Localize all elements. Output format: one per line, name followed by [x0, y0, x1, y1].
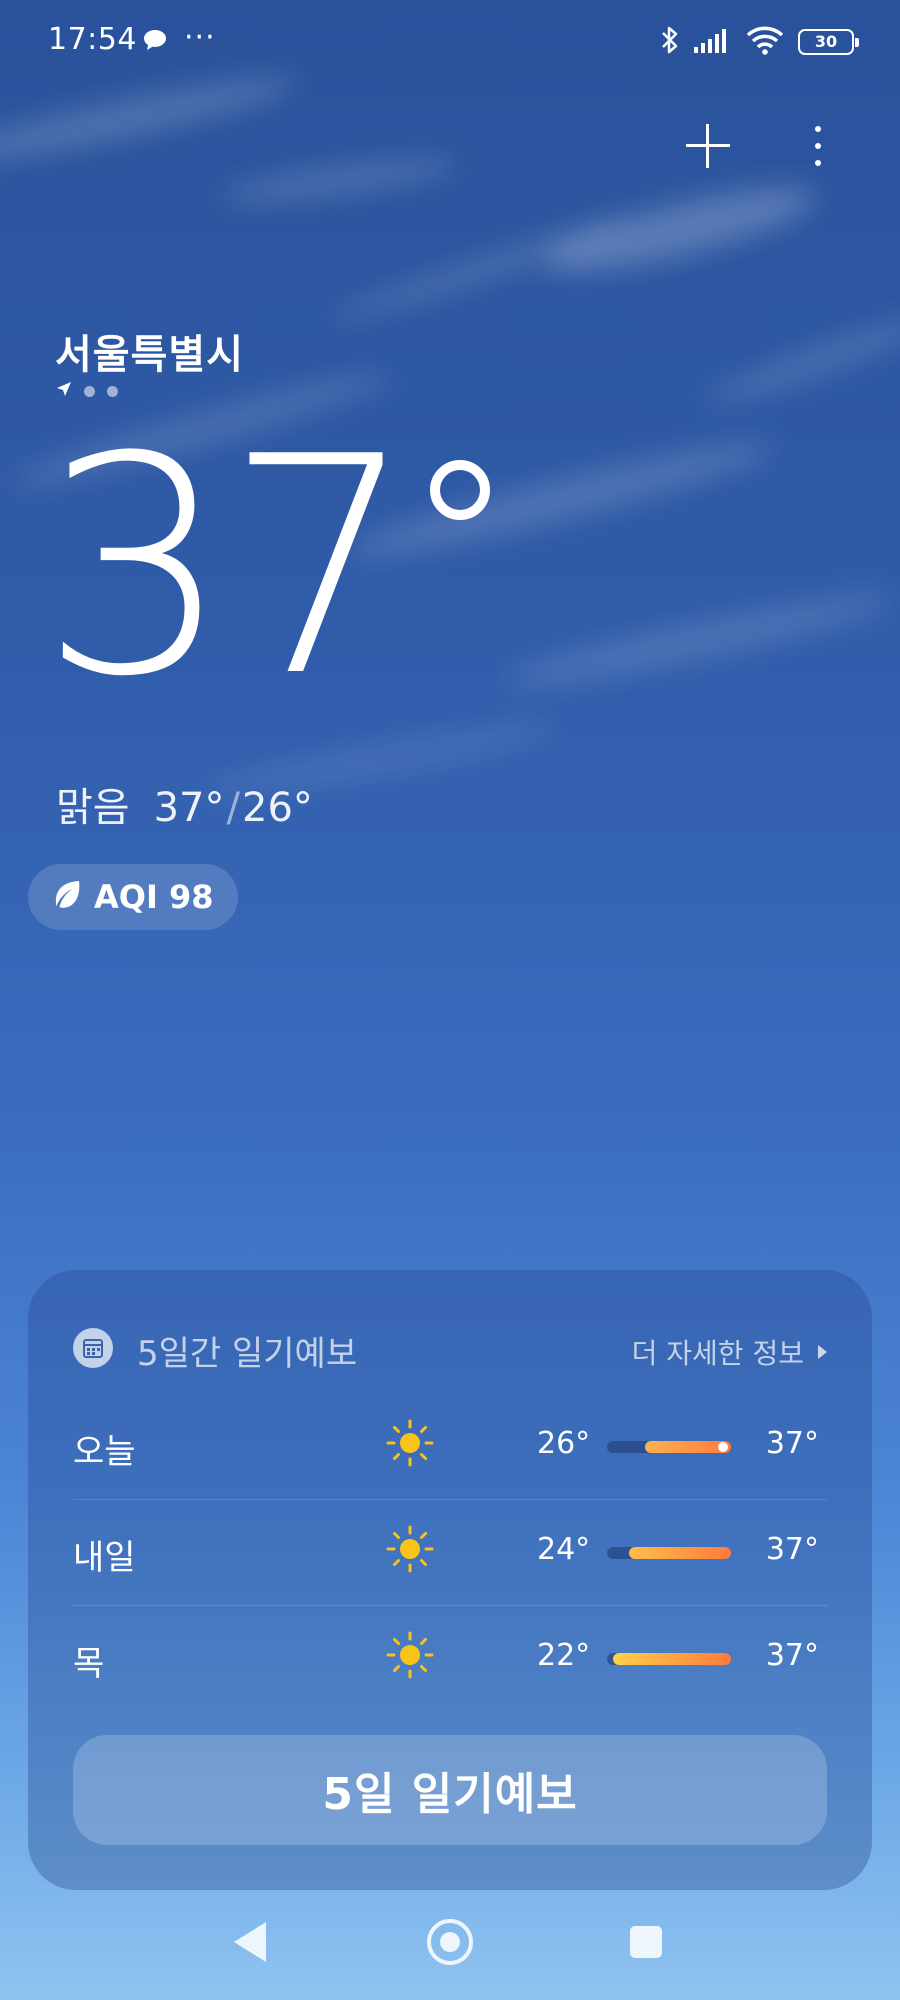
forecast-low: 26° — [537, 1426, 591, 1461]
home-icon[interactable] — [427, 1919, 473, 1965]
add-city-button[interactable] — [680, 118, 736, 174]
status-bar: 17:54 ··· 30 — [0, 0, 900, 84]
temp-range-fill — [629, 1547, 731, 1559]
sun-icon — [385, 1524, 435, 1578]
temp-separator: / — [226, 785, 240, 831]
battery-level: 30 — [814, 32, 838, 51]
top-actions — [0, 100, 900, 190]
forecast-row[interactable]: 오늘 26° 37° — [73, 1394, 827, 1500]
high-temp: 37° — [153, 785, 225, 831]
temp-range-bar — [607, 1653, 731, 1665]
sun-icon — [385, 1630, 435, 1684]
aqi-value: AQI 98 — [94, 878, 214, 916]
forecast-day: 내일 — [73, 1538, 136, 1578]
chevron-right-icon — [818, 1345, 827, 1359]
forecast-title: 5일간 일기예보 — [137, 1334, 358, 1374]
degree-symbol — [430, 460, 490, 520]
forecast-day: 목 — [73, 1644, 105, 1684]
signal-icon — [694, 27, 732, 57]
calendar-icon — [73, 1328, 113, 1368]
more-info-link[interactable]: 더 자세한 정보 — [632, 1332, 827, 1372]
notification-overflow: ··· — [184, 20, 216, 55]
forecast-day: 오늘 — [73, 1432, 136, 1472]
forecast-low: 22° — [537, 1638, 591, 1673]
temp-range-fill — [613, 1653, 731, 1665]
leaf-icon — [52, 879, 82, 915]
bluetooth-icon — [660, 24, 680, 60]
wifi-icon — [746, 25, 784, 59]
aqi-badge[interactable]: AQI 98 — [28, 864, 238, 930]
recent-apps-icon[interactable] — [630, 1926, 662, 1958]
forecast-card: 5일간 일기예보 더 자세한 정보 오늘 26° 37° 내일 24° 37° … — [28, 1270, 872, 1890]
chat-bubble-icon — [143, 29, 167, 55]
temp-range-bar — [607, 1441, 731, 1453]
forecast-high: 37° — [765, 1532, 819, 1567]
sun-icon — [385, 1418, 435, 1472]
city-name: 서울특별시 — [55, 332, 244, 378]
more-info-label: 더 자세한 정보 — [631, 1337, 804, 1370]
current-temperature: 37 — [40, 393, 416, 742]
forecast-row[interactable]: 목 22° 37° — [73, 1606, 827, 1712]
back-icon[interactable] — [234, 1922, 266, 1962]
forecast-header: 5일간 일기예보 더 자세한 정보 — [73, 1326, 827, 1374]
forecast-row[interactable]: 내일 24° 37° — [73, 1500, 827, 1606]
navigation-bar — [0, 1900, 900, 2000]
low-temp: 26° — [242, 785, 313, 831]
current-temp-marker — [718, 1442, 728, 1452]
more-options-button[interactable] — [800, 118, 836, 174]
forecast-high: 37° — [765, 1426, 819, 1461]
condition-summary: 맑음 37° / 26° — [56, 775, 313, 833]
status-time: 17:54 — [48, 22, 137, 57]
forecast-low: 24° — [537, 1532, 591, 1567]
temp-range-bar — [607, 1547, 731, 1559]
forecast-high: 37° — [765, 1638, 819, 1673]
battery-icon: 30 — [798, 29, 859, 55]
condition-text: 맑음 — [56, 785, 130, 831]
five-day-forecast-button[interactable]: 5일 일기예보 — [73, 1735, 827, 1845]
